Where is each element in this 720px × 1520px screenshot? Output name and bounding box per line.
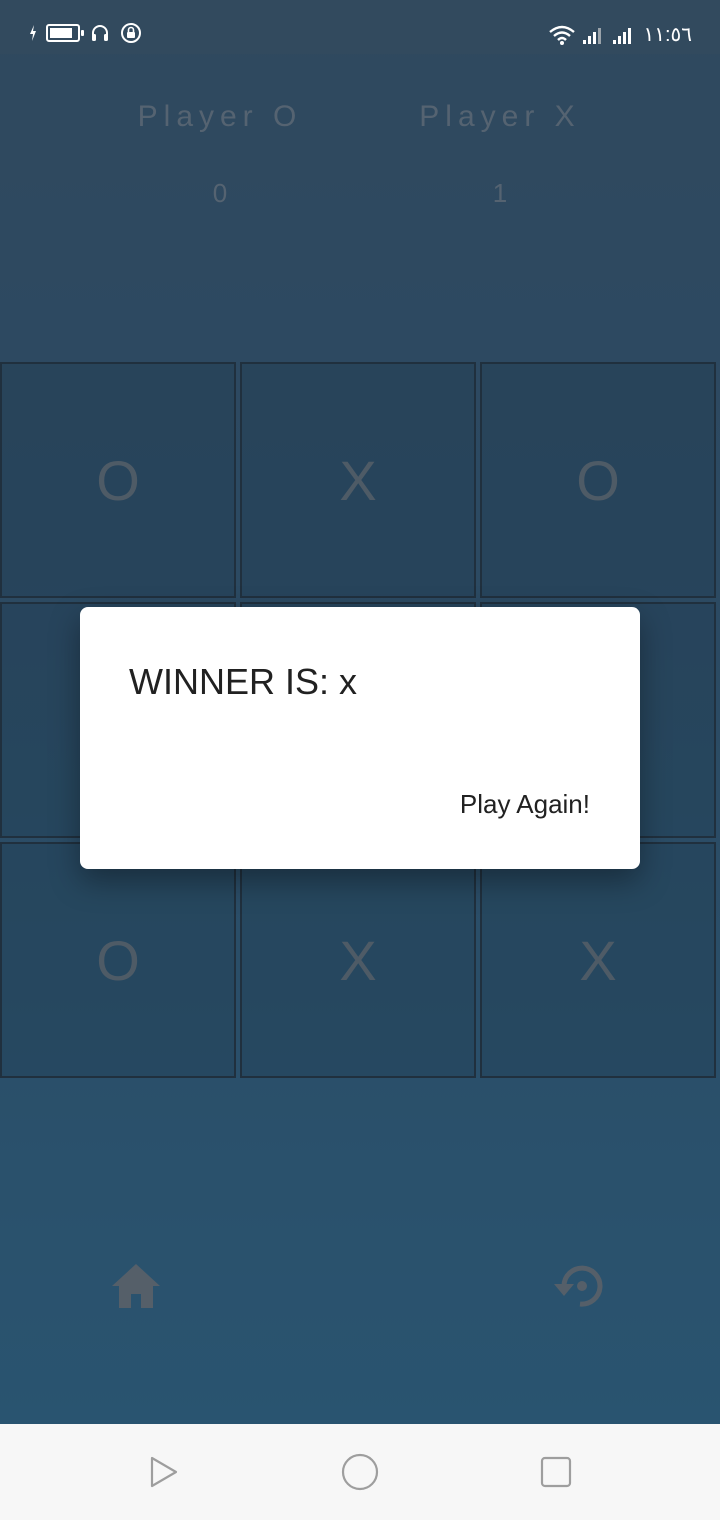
nav-recents-button[interactable] — [534, 1450, 578, 1494]
signal-icon — [613, 27, 632, 44]
dialog-title: WINNER IS: x — [129, 661, 358, 702]
recents-square-icon — [540, 1456, 572, 1488]
status-left — [30, 22, 142, 44]
play-again-button[interactable]: Play Again! — [460, 789, 590, 820]
status-right: ١١:٥٦ — [549, 22, 692, 47]
charging-bolt-icon — [30, 25, 36, 41]
app-screen: ١١:٥٦ Player O 0 Player X 1 O X O O X X — [0, 0, 720, 1424]
wifi-icon — [549, 25, 576, 45]
status-time: ١١:٥٦ — [643, 24, 692, 46]
battery-icon — [46, 24, 84, 42]
nav-home-button[interactable] — [338, 1450, 382, 1494]
back-triangle-icon — [150, 1456, 178, 1488]
signal-icon — [583, 27, 602, 44]
headphones-icon — [92, 25, 108, 41]
system-nav-bar — [0, 1424, 720, 1520]
home-circle-icon — [341, 1453, 379, 1491]
rotation-lock-icon — [121, 23, 141, 43]
nav-back-button[interactable] — [140, 1450, 184, 1494]
winner-dialog: WINNER IS: x Play Again! — [80, 607, 640, 869]
status-bar: ١١:٥٦ — [0, 0, 720, 54]
